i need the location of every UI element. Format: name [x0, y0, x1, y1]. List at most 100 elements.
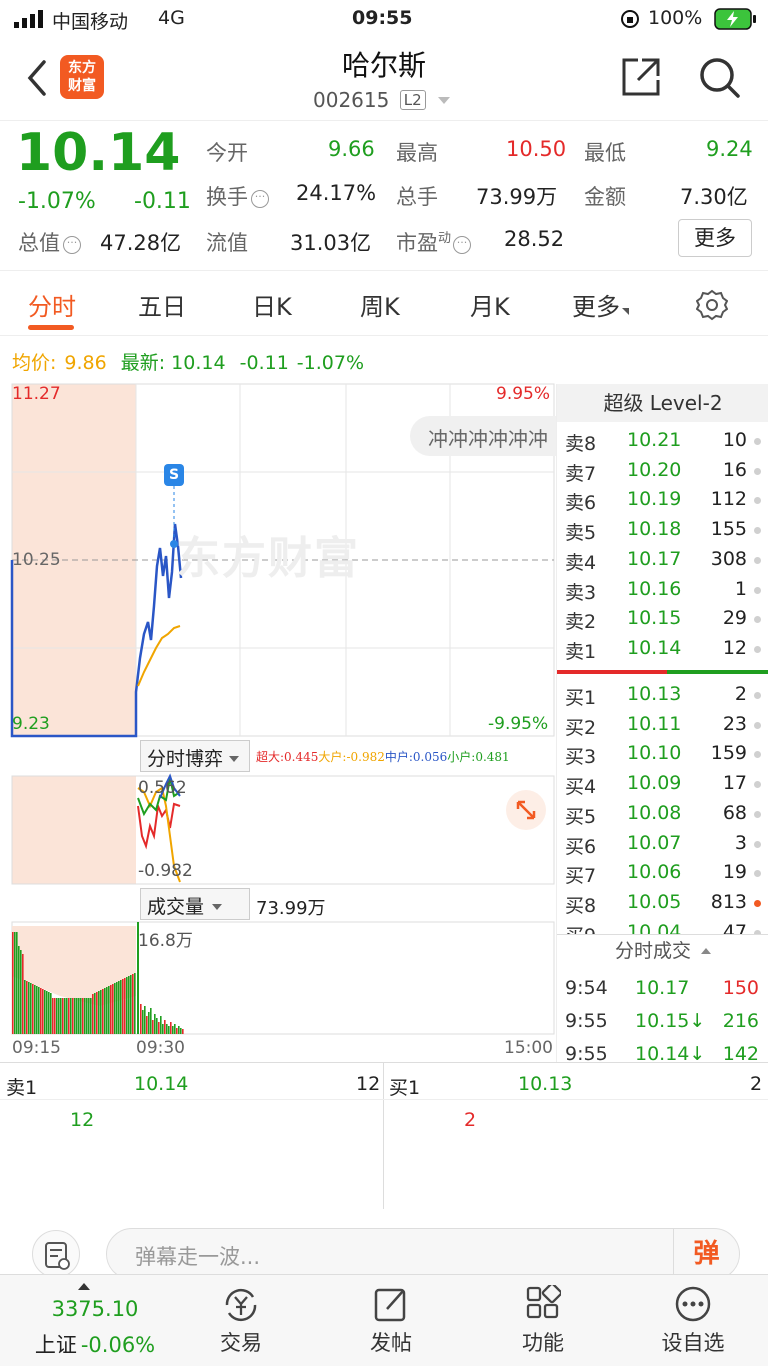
ask1-price: 10.14 — [134, 1073, 189, 1095]
level-price: 10.07 — [627, 831, 682, 854]
tab-week-k[interactable]: 周K — [360, 287, 400, 322]
settings-icon[interactable] — [695, 289, 729, 321]
volume-bar — [168, 1026, 170, 1034]
bid-row: 买2 10.11 23 — [557, 710, 768, 740]
more-button[interactable]: 更多 — [678, 219, 752, 257]
volume-bar — [96, 992, 98, 1034]
stock-code-row[interactable]: 002615 L2 — [313, 88, 463, 116]
volume-bar — [166, 1024, 168, 1034]
level-qty: 112 — [710, 488, 747, 511]
volume-bar — [64, 998, 66, 1034]
info-icon[interactable]: ··· — [63, 236, 81, 254]
level-label: 卖1 — [565, 640, 597, 663]
level-dot — [754, 840, 761, 848]
tab-day-k[interactable]: 日K — [252, 287, 292, 322]
level-qty: 159 — [710, 742, 747, 765]
volume-bar — [32, 984, 34, 1034]
expand-icon[interactable] — [506, 790, 546, 830]
active-tab-indicator — [28, 325, 74, 330]
tick-time: 9:55 — [565, 1010, 608, 1032]
time-mid: 09:30 — [136, 1038, 185, 1058]
volume-bar — [118, 981, 120, 1034]
volume-bar — [66, 998, 68, 1034]
danmu-send-button[interactable]: 弹 — [673, 1229, 739, 1279]
sell-signal-badge[interactable]: S — [164, 464, 184, 486]
level-dot — [754, 781, 761, 789]
level-dot — [754, 751, 761, 759]
level-price: 10.16 — [627, 577, 682, 600]
bid-row: 买1 10.13 2 — [557, 680, 768, 710]
volume-bar — [176, 1028, 178, 1034]
pct-axis-bottom: -9.95% — [488, 714, 549, 734]
boyi-selector[interactable]: 分时博弈 — [140, 740, 250, 772]
level-label: 卖5 — [565, 522, 597, 545]
danmu-input[interactable]: 弹幕走一波... 弹 — [106, 1228, 740, 1280]
index-ticker[interactable]: 3375.10 上证 -0.06% — [20, 1275, 170, 1366]
tab-more[interactable]: 更多 — [572, 287, 629, 322]
search-icon[interactable] — [698, 56, 742, 100]
danmaku-bubble: 冲冲冲冲冲冲 — [410, 416, 556, 456]
ask-row: 卖1 10.14 12 — [557, 634, 768, 664]
nav-post[interactable]: 发帖 — [326, 1275, 456, 1366]
grid-icon — [525, 1282, 563, 1321]
volume-bar — [28, 982, 30, 1034]
mktcap-label: 总值 ··· — [18, 227, 81, 257]
boyi-super-line — [137, 802, 181, 850]
level-qty: 155 — [710, 518, 747, 541]
corner-triangle-icon — [622, 308, 629, 315]
volume-bar — [102, 989, 104, 1034]
tab-month-k[interactable]: 月K — [470, 287, 510, 322]
nav-watchlist[interactable]: 设自选 — [628, 1275, 758, 1366]
book-title[interactable]: 超级 Level-2 — [557, 384, 768, 422]
watermark: 东方财富 — [176, 533, 360, 584]
share-icon[interactable] — [620, 56, 662, 98]
volume-bar — [20, 950, 22, 1034]
tab-intraday[interactable]: 分时 — [28, 287, 76, 322]
tab-five-day[interactable]: 五日 — [138, 287, 186, 322]
volume-bar — [178, 1026, 180, 1034]
signal-icon — [14, 10, 44, 28]
level-label: 卖7 — [565, 462, 597, 485]
volume-bar — [76, 998, 78, 1034]
index-value: 3375.10 — [51, 1297, 139, 1321]
level-label: 买4 — [565, 776, 597, 799]
legend-super: 超大:0.445 — [256, 750, 319, 764]
tick-qty: 216 — [722, 1010, 759, 1032]
legend-large: 大户:-0.982 — [318, 750, 385, 764]
y-axis-top: 11.27 — [12, 384, 61, 404]
ticks-header[interactable]: 分时成交 — [557, 934, 768, 968]
volume-bar — [38, 987, 40, 1034]
info-icon[interactable]: ··· — [453, 236, 472, 254]
bid-list-clip: 买1 10.13 2 买2 10.11 23 买3 10.10 159 买4 10.09 17 买5 10… — [557, 680, 768, 934]
ask-row: 卖8 10.21 10 — [557, 426, 768, 456]
level-price: 10.17 — [627, 547, 682, 570]
level-label: 卖2 — [565, 611, 597, 634]
volume-bar — [24, 980, 26, 1034]
danmu-placeholder: 弹幕走一波... — [135, 1245, 261, 1269]
nav-trade[interactable]: 交易 — [176, 1275, 306, 1366]
level-price: 10.18 — [627, 518, 682, 541]
bid1-qty: 2 — [750, 1073, 763, 1095]
info-icon[interactable]: ··· — [251, 190, 269, 208]
high-value: 10.50 — [506, 137, 567, 161]
volume-bar — [126, 977, 128, 1034]
bid1-detail: 2 — [464, 1109, 477, 1131]
level-qty: 3 — [734, 831, 747, 854]
pe-value: 28.52 — [504, 227, 565, 251]
level-qty: 17 — [722, 772, 747, 795]
volume-bar — [148, 1012, 150, 1034]
volume-bar — [12, 932, 14, 1034]
app-header: 东方财富 哈尔斯 002615 L2 — [0, 38, 768, 120]
dropdown-icon — [437, 97, 450, 104]
level-label: 卖6 — [565, 492, 597, 515]
level-label: 买6 — [565, 835, 597, 858]
volume-bar — [80, 998, 82, 1034]
nav-functions[interactable]: 功能 — [478, 1275, 608, 1366]
volume-selector[interactable]: 成交量 — [140, 888, 250, 920]
volume-bar — [16, 932, 18, 1034]
stock-code: 002615 — [313, 88, 390, 112]
note-icon[interactable] — [32, 1230, 80, 1278]
trade-icon — [221, 1285, 261, 1325]
volume-bar — [98, 991, 100, 1034]
level-dot — [754, 721, 761, 729]
